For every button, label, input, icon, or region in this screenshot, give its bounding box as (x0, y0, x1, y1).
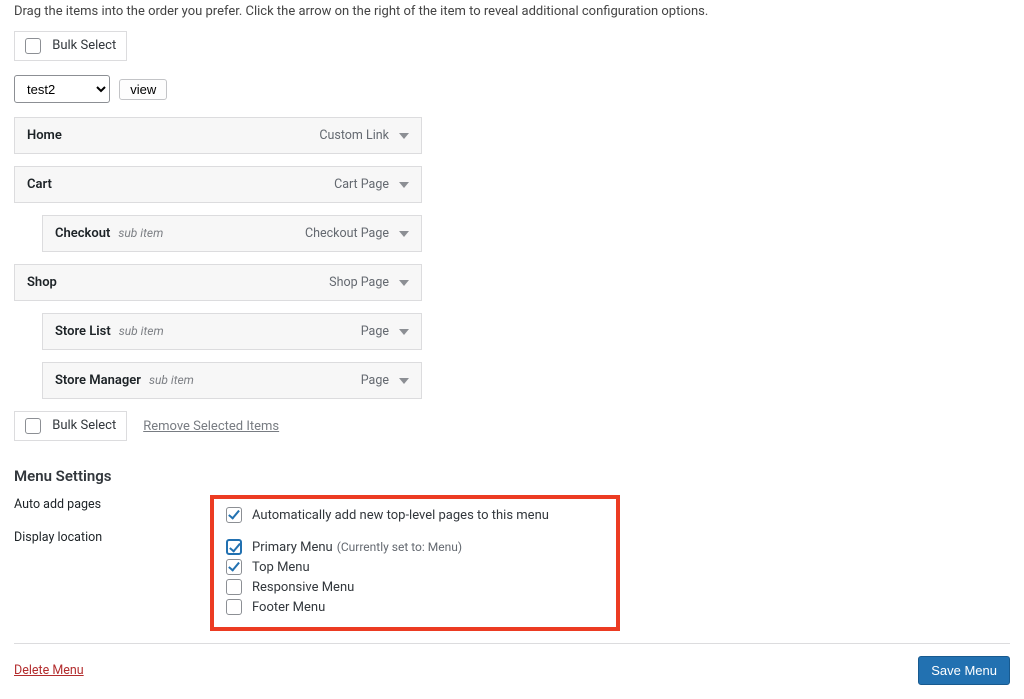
display-location-option: Footer Menu (252, 600, 325, 615)
display-location-option: Primary Menu (252, 540, 333, 555)
delete-menu-link[interactable]: Delete Menu (14, 663, 84, 678)
menu-item[interactable]: Store Manager sub item Page (42, 362, 422, 399)
bulk-select-top[interactable]: Bulk Select (14, 31, 127, 61)
menu-item[interactable]: Shop Shop Page (14, 264, 422, 301)
menu-items-list: Home Custom Link Cart Cart Page Checkout sub … (14, 117, 422, 399)
bulk-select-bottom[interactable]: Bulk Select (14, 411, 127, 441)
chevron-down-icon[interactable] (399, 378, 409, 384)
bulk-select-top-label: Bulk Select (52, 38, 116, 53)
chevron-down-icon[interactable] (399, 329, 409, 335)
display-location-option: Top Menu (252, 560, 310, 575)
menu-settings: Menu Settings Auto add pages Display loc… (14, 467, 1010, 631)
auto-add-pages-checkbox[interactable] (226, 507, 242, 523)
menu-item[interactable]: Store List sub item Page (42, 313, 422, 350)
auto-add-pages-label: Auto add pages (14, 495, 210, 512)
display-location-label: Display location (14, 528, 210, 545)
menu-item-type: Page (361, 373, 389, 388)
view-button[interactable]: view (119, 79, 167, 100)
display-location-option: Responsive Menu (252, 580, 354, 595)
menu-item[interactable]: Home Custom Link (14, 117, 422, 154)
auto-add-pages-option: Automatically add new top-level pages to… (252, 508, 549, 523)
menu-item-type: Cart Page (334, 177, 389, 192)
menu-item-title: Home (27, 128, 62, 143)
menu-item-title: Cart (27, 177, 52, 192)
menu-select[interactable]: test2 (14, 75, 110, 103)
settings-highlight: Automatically add new top-level pages to… (210, 495, 620, 631)
display-location-checkbox[interactable] (226, 599, 242, 615)
display-location-checkbox[interactable] (226, 559, 242, 575)
display-location-checkbox[interactable] (226, 579, 242, 595)
bulk-select-top-checkbox[interactable] (25, 38, 41, 54)
footer: Delete Menu Save Menu (14, 643, 1010, 685)
menu-item-type: Custom Link (319, 128, 389, 143)
menu-item-type: Page (361, 324, 389, 339)
save-menu-button[interactable]: Save Menu (918, 656, 1010, 685)
menu-item-title: Shop (27, 275, 57, 290)
display-location-checkbox[interactable] (226, 539, 242, 555)
menu-item-title: Store Manager (55, 373, 141, 388)
menu-item[interactable]: Cart Cart Page (14, 166, 422, 203)
menu-item-sub-label: sub item (118, 226, 163, 240)
menu-item-type: Shop Page (329, 275, 389, 290)
menu-item-sub-label: sub item (149, 373, 194, 387)
bulk-select-bottom-checkbox[interactable] (25, 418, 41, 434)
chevron-down-icon[interactable] (399, 182, 409, 188)
help-text: Drag the items into the order you prefer… (14, 0, 1010, 19)
display-location-hint: (Currently set to: Menu) (337, 540, 462, 554)
menu-item-title: Store List (55, 324, 111, 339)
bulk-select-bottom-label: Bulk Select (52, 418, 116, 433)
chevron-down-icon[interactable] (399, 133, 409, 139)
chevron-down-icon[interactable] (399, 231, 409, 237)
menu-item-sub-label: sub item (119, 324, 164, 338)
remove-selected-link: Remove Selected Items (143, 419, 279, 434)
menu-item-title: Checkout (55, 226, 110, 241)
chevron-down-icon[interactable] (399, 280, 409, 286)
menu-settings-title: Menu Settings (14, 467, 1010, 485)
menu-item-type: Checkout Page (305, 226, 389, 241)
menu-item[interactable]: Checkout sub item Checkout Page (42, 215, 422, 252)
